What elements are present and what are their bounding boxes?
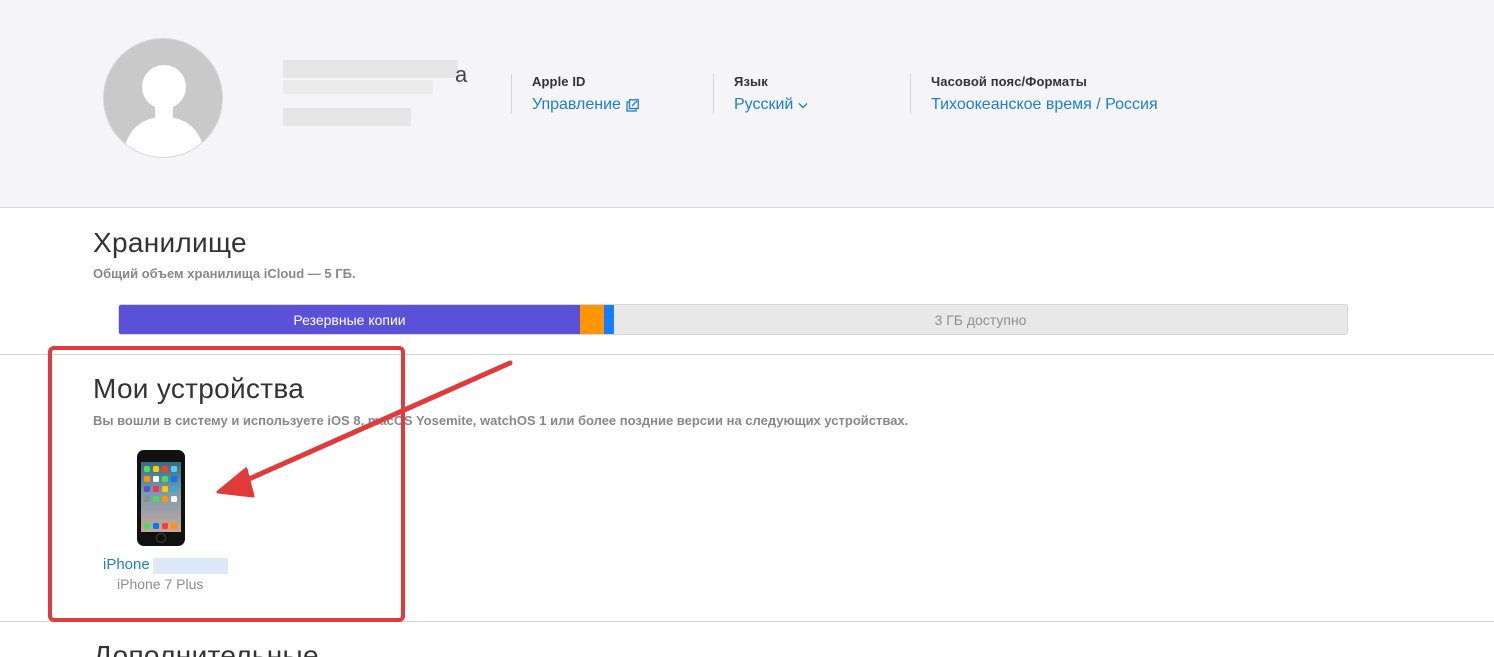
language-dropdown[interactable]: Русский <box>734 95 808 115</box>
storage-segment-backups: Резервные копии <box>119 305 580 334</box>
storage-usage-bar[interactable]: Резервные копии 3 ГБ доступно <box>118 304 1348 335</box>
annotation-highlight-box <box>48 346 405 622</box>
manage-link-label: Управление <box>532 96 621 113</box>
timezone-link[interactable]: Тихоокеанское время / Россия <box>931 95 1158 115</box>
user-name-visible-part: а <box>455 62 468 87</box>
storage-segment-other-2 <box>604 305 614 334</box>
language-section: Язык Русский <box>713 74 808 114</box>
timezone-label: Часовой пояс/Форматы <box>931 74 1087 89</box>
storage-segment-free: 3 ГБ доступно <box>614 305 1347 334</box>
chevron-down-icon <box>798 102 808 108</box>
avatar-silhouette-icon <box>122 65 206 157</box>
user-name-blurred: а <box>283 60 473 128</box>
manage-apple-id-link[interactable]: Управление <box>532 95 639 115</box>
language-label: Язык <box>734 74 768 89</box>
apple-id-label: Apple ID <box>532 74 586 89</box>
additional-title: Дополнительные <box>93 640 319 657</box>
avatar[interactable] <box>103 38 223 158</box>
external-link-icon <box>626 98 639 112</box>
storage-segment-other <box>580 305 604 334</box>
timezone-section: Часовой пояс/Форматы Тихоокеанское время… <box>910 74 1158 114</box>
apple-id-section: Apple ID Управление <box>511 74 639 114</box>
language-value: Русский <box>734 96 794 113</box>
account-header: а Apple ID Управление Язык Русский Часов… <box>0 0 1494 208</box>
storage-subtitle: Общий объем хранилища iCloud — 5 ГБ. <box>93 266 356 281</box>
storage-title: Хранилище <box>93 227 247 258</box>
